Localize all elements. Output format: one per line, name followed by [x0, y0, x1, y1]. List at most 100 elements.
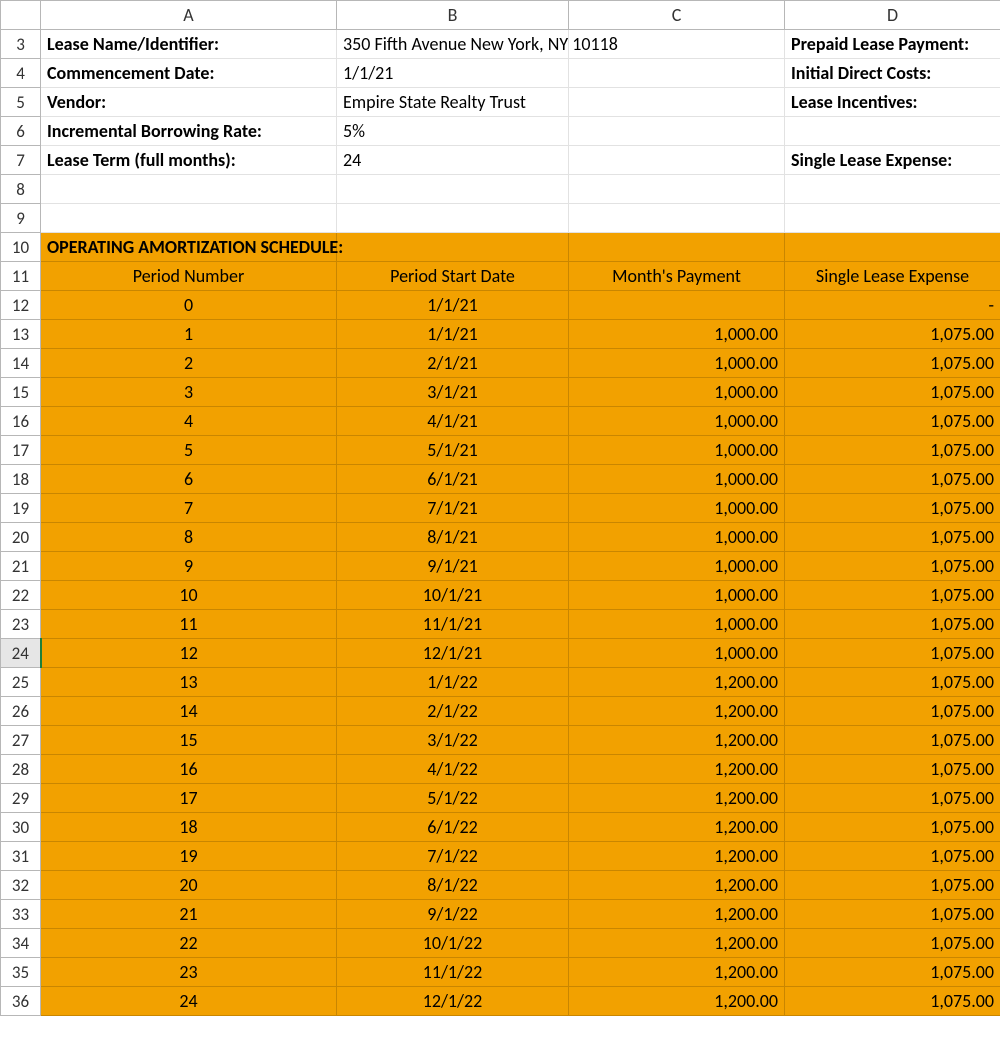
cell-A10-schedule-title[interactable]: OPERATING AMORTIZATION SCHEDULE: — [41, 233, 337, 262]
cell-B11-hdr-date[interactable]: Period Start Date — [337, 262, 569, 291]
cell-period[interactable]: 5 — [41, 436, 337, 465]
cell-payment[interactable]: 1,000.00 — [569, 436, 785, 465]
cell-C7[interactable] — [569, 146, 785, 175]
row-header[interactable]: 25 — [1, 668, 41, 697]
row-header[interactable]: 15 — [1, 378, 41, 407]
cell-date[interactable]: 3/1/21 — [337, 378, 569, 407]
cell-expense[interactable]: 1,075.00 — [785, 929, 1000, 958]
col-header-D[interactable]: D — [785, 1, 1000, 30]
cell-period[interactable]: 4 — [41, 407, 337, 436]
cell-expense[interactable]: 1,075.00 — [785, 639, 1000, 668]
cell-expense[interactable]: 1,075.00 — [785, 987, 1000, 1016]
cell-period[interactable]: 19 — [41, 842, 337, 871]
cell-payment[interactable] — [569, 291, 785, 320]
cell-date[interactable]: 7/1/21 — [337, 494, 569, 523]
cell-payment[interactable]: 1,000.00 — [569, 581, 785, 610]
cell-expense[interactable]: 1,075.00 — [785, 494, 1000, 523]
row-header[interactable]: 22 — [1, 581, 41, 610]
cell-A3[interactable]: Lease Name/Identifier: — [41, 30, 337, 59]
cell-date[interactable]: 1/1/21 — [337, 291, 569, 320]
row-header[interactable]: 14 — [1, 349, 41, 378]
cell-A6[interactable]: Incremental Borrowing Rate: — [41, 117, 337, 146]
cell-B3[interactable]: 350 Fifth Avenue New York, NY 10118 — [337, 30, 569, 59]
cell-D3[interactable]: Prepaid Lease Payment: — [785, 30, 1000, 59]
cell-date[interactable]: 12/1/21 — [337, 639, 569, 668]
cell-payment[interactable]: 1,000.00 — [569, 494, 785, 523]
cell-period[interactable]: 13 — [41, 668, 337, 697]
cell-period[interactable]: 2 — [41, 349, 337, 378]
cell-expense[interactable]: 1,075.00 — [785, 436, 1000, 465]
cell-expense[interactable]: 1,075.00 — [785, 871, 1000, 900]
cell-A8[interactable] — [41, 175, 337, 204]
cell-period[interactable]: 15 — [41, 726, 337, 755]
cell-C10[interactable] — [569, 233, 785, 262]
cell-payment[interactable]: 1,200.00 — [569, 900, 785, 929]
col-header-C[interactable]: C — [569, 1, 785, 30]
cell-date[interactable]: 3/1/22 — [337, 726, 569, 755]
cell-D10[interactable] — [785, 233, 1000, 262]
cell-date[interactable]: 9/1/22 — [337, 900, 569, 929]
cell-expense[interactable]: 1,075.00 — [785, 900, 1000, 929]
cell-date[interactable]: 6/1/21 — [337, 465, 569, 494]
cell-payment[interactable]: 1,200.00 — [569, 697, 785, 726]
cell-date[interactable]: 4/1/22 — [337, 755, 569, 784]
cell-payment[interactable]: 1,000.00 — [569, 610, 785, 639]
cell-D7[interactable]: Single Lease Expense: — [785, 146, 1000, 175]
cell-D9[interactable] — [785, 204, 1000, 233]
row-header[interactable]: 36 — [1, 987, 41, 1016]
row-header[interactable]: 29 — [1, 784, 41, 813]
cell-payment[interactable]: 1,000.00 — [569, 465, 785, 494]
cell-C5[interactable] — [569, 88, 785, 117]
cell-B6[interactable]: 5% — [337, 117, 569, 146]
row-header[interactable]: 16 — [1, 407, 41, 436]
cell-payment[interactable]: 1,200.00 — [569, 871, 785, 900]
cell-payment[interactable]: 1,200.00 — [569, 987, 785, 1016]
row-header[interactable]: 6 — [1, 117, 41, 146]
cell-C11-hdr-payment[interactable]: Month's Payment — [569, 262, 785, 291]
row-header[interactable]: 20 — [1, 523, 41, 552]
cell-payment[interactable]: 1,000.00 — [569, 639, 785, 668]
cell-period[interactable]: 21 — [41, 900, 337, 929]
cell-date[interactable]: 10/1/22 — [337, 929, 569, 958]
cell-D11-hdr-expense[interactable]: Single Lease Expense — [785, 262, 1000, 291]
cell-period[interactable]: 1 — [41, 320, 337, 349]
cell-expense[interactable]: 1,075.00 — [785, 378, 1000, 407]
cell-A11-hdr-period[interactable]: Period Number — [41, 262, 337, 291]
cell-B9[interactable] — [337, 204, 569, 233]
cell-period[interactable]: 23 — [41, 958, 337, 987]
cell-payment[interactable]: 1,200.00 — [569, 813, 785, 842]
cell-payment[interactable]: 1,200.00 — [569, 755, 785, 784]
cell-period[interactable]: 14 — [41, 697, 337, 726]
cell-payment[interactable]: 1,200.00 — [569, 842, 785, 871]
cell-expense[interactable]: 1,075.00 — [785, 581, 1000, 610]
cell-payment[interactable]: 1,200.00 — [569, 784, 785, 813]
cell-period[interactable]: 24 — [41, 987, 337, 1016]
cell-payment[interactable]: 1,000.00 — [569, 552, 785, 581]
row-header[interactable]: 17 — [1, 436, 41, 465]
row-header[interactable]: 26 — [1, 697, 41, 726]
row-header[interactable]: 7 — [1, 146, 41, 175]
cell-D6[interactable] — [785, 117, 1000, 146]
cell-date[interactable]: 12/1/22 — [337, 987, 569, 1016]
cell-payment[interactable]: 1,200.00 — [569, 726, 785, 755]
cell-expense[interactable]: 1,075.00 — [785, 726, 1000, 755]
cell-date[interactable]: 7/1/22 — [337, 842, 569, 871]
row-header[interactable]: 21 — [1, 552, 41, 581]
row-header[interactable]: 19 — [1, 494, 41, 523]
row-header[interactable]: 24 — [1, 639, 41, 668]
row-header[interactable]: 8 — [1, 175, 41, 204]
cell-C4[interactable] — [569, 59, 785, 88]
cell-date[interactable]: 4/1/21 — [337, 407, 569, 436]
cell-period[interactable]: 12 — [41, 639, 337, 668]
row-header[interactable]: 4 — [1, 59, 41, 88]
cell-period[interactable]: 8 — [41, 523, 337, 552]
cell-payment[interactable]: 1,000.00 — [569, 407, 785, 436]
cell-period[interactable]: 7 — [41, 494, 337, 523]
cell-expense[interactable]: 1,075.00 — [785, 784, 1000, 813]
cell-D4[interactable]: Initial Direct Costs: — [785, 59, 1000, 88]
row-header[interactable]: 18 — [1, 465, 41, 494]
cell-C9[interactable] — [569, 204, 785, 233]
col-header-B[interactable]: B — [337, 1, 569, 30]
cell-date[interactable]: 2/1/22 — [337, 697, 569, 726]
cell-date[interactable]: 5/1/22 — [337, 784, 569, 813]
